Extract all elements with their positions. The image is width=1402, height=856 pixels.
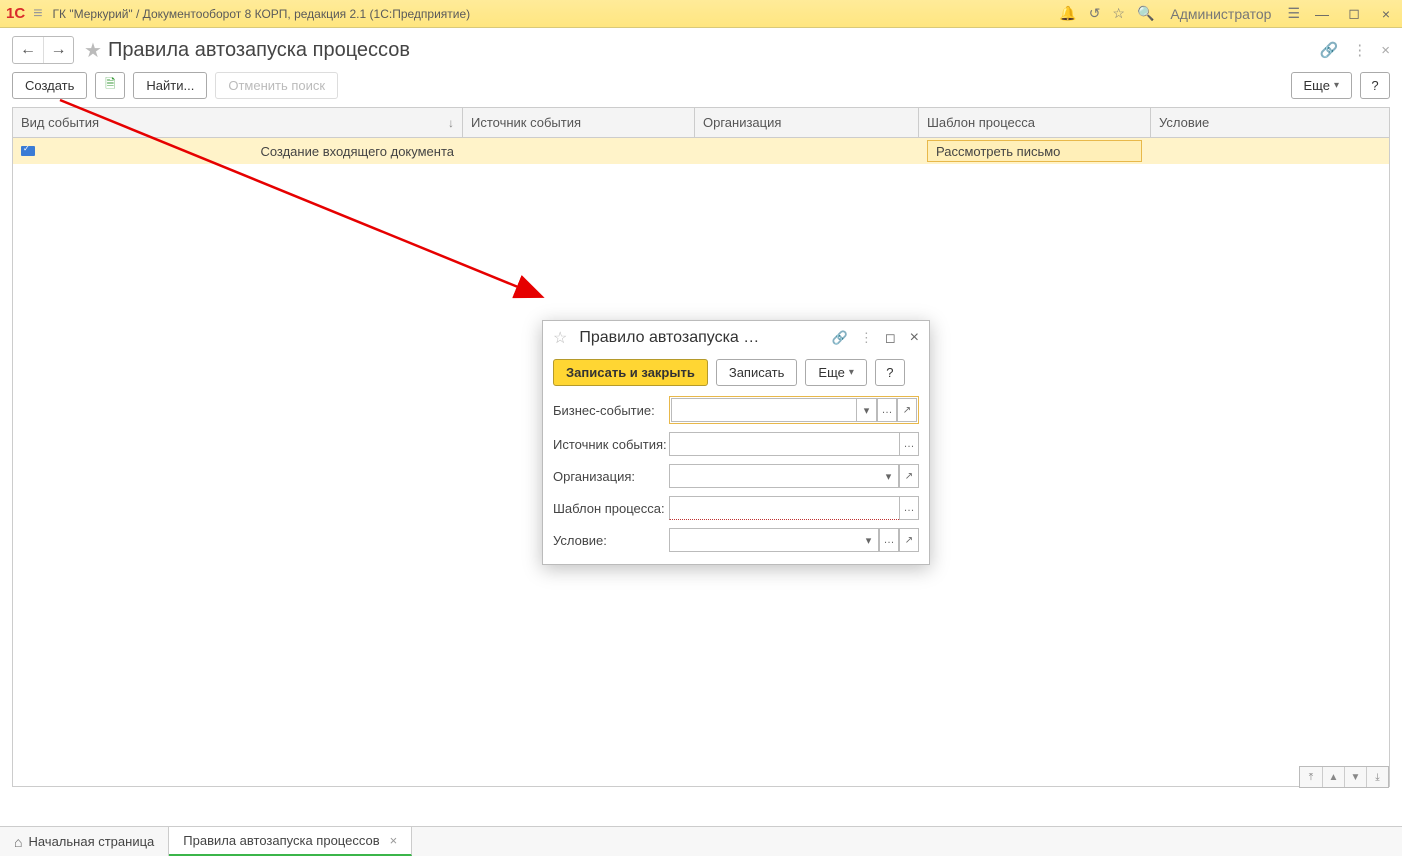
- input-org[interactable]: [669, 464, 879, 488]
- cell-source: [463, 138, 695, 164]
- biz-event-open-button[interactable]: ↗: [897, 398, 917, 422]
- dialog-menu-icon[interactable]: ⋮: [860, 330, 873, 346]
- col-template[interactable]: Шаблон процесса: [919, 108, 1151, 137]
- dialog-more-button[interactable]: Еще: [805, 359, 866, 386]
- rule-dialog: ☆ Правило автозапуска … 🔗 ⋮ ◻ × Записать…: [542, 320, 930, 565]
- favorite-icon[interactable]: ★: [84, 38, 102, 63]
- source-select-button[interactable]: …: [899, 432, 919, 456]
- maximize-button[interactable]: ◻: [1344, 5, 1364, 22]
- dialog-title: Правило автозапуска …: [579, 329, 825, 347]
- app-title: ГК "Меркурий" / Документооборот 8 КОРП, …: [53, 7, 1060, 21]
- copy-button[interactable]: 🗎: [95, 72, 125, 99]
- scroll-bottom-button[interactable]: ⤓: [1366, 767, 1388, 787]
- biz-event-dropdown-button[interactable]: ▾: [857, 398, 877, 422]
- settings-icon[interactable]: ☰: [1287, 5, 1300, 22]
- home-icon: [14, 834, 22, 850]
- page-menu-icon[interactable]: ⋮: [1352, 41, 1367, 59]
- dialog-link-icon[interactable]: 🔗: [832, 330, 848, 346]
- input-condition[interactable]: [669, 528, 859, 552]
- search-icon[interactable]: 🔍: [1137, 5, 1154, 22]
- more-button[interactable]: Еще: [1291, 72, 1352, 99]
- history-icon[interactable]: ↺: [1089, 5, 1101, 22]
- app-title-bar: 1C ≡ ГК "Меркурий" / Документооборот 8 К…: [0, 0, 1402, 28]
- tab-close-icon[interactable]: ×: [390, 833, 398, 848]
- cell-template-text: Рассмотреть письмо: [936, 144, 1060, 159]
- col-event-type[interactable]: Вид события ↓: [13, 108, 463, 137]
- copy-icon: 🗎: [105, 75, 115, 97]
- condition-dropdown-button[interactable]: ▾: [859, 528, 879, 552]
- app-logo: 1C: [6, 5, 25, 22]
- save-button[interactable]: Записать: [716, 359, 798, 386]
- nav-history: ← →: [12, 36, 74, 64]
- page-close-icon[interactable]: ×: [1381, 42, 1390, 59]
- col-condition[interactable]: Условие: [1151, 108, 1389, 137]
- sort-arrow-icon: ↓: [448, 116, 454, 130]
- create-button[interactable]: Создать: [12, 72, 87, 99]
- input-source[interactable]: [669, 432, 899, 456]
- col-source[interactable]: Источник события: [463, 108, 695, 137]
- cell-template: Рассмотреть письмо: [919, 138, 1151, 164]
- nav-back-button[interactable]: ←: [13, 37, 43, 63]
- cell-org: [695, 138, 919, 164]
- main-menu-icon[interactable]: ≡: [33, 5, 42, 23]
- condition-select-button[interactable]: …: [879, 528, 899, 552]
- grid-header: Вид события ↓ Источник события Организац…: [13, 108, 1389, 138]
- grid-row[interactable]: Создание входящего документа Рассмотреть…: [13, 138, 1389, 164]
- dialog-help-button[interactable]: ?: [875, 359, 905, 386]
- template-select-button[interactable]: …: [899, 496, 919, 520]
- scroll-down-button[interactable]: ▼: [1344, 767, 1366, 787]
- tab-current-label: Правила автозапуска процессов: [183, 833, 379, 848]
- save-and-close-button[interactable]: Записать и закрыть: [553, 359, 708, 386]
- col-org[interactable]: Организация: [695, 108, 919, 137]
- label-condition: Условие:: [553, 533, 669, 548]
- cell-event-type-text: Создание входящего документа: [260, 144, 454, 159]
- dialog-toolbar: Записать и закрыть Записать Еще ?: [543, 355, 929, 396]
- toolbar: Создать 🗎 Найти... Отменить поиск Еще ?: [12, 72, 1390, 99]
- label-biz-event: Бизнес-событие:: [553, 403, 669, 418]
- link-icon[interactable]: 🔗: [1320, 41, 1339, 59]
- col-event-type-label: Вид события: [21, 115, 99, 130]
- scroll-up-button[interactable]: ▲: [1322, 767, 1344, 787]
- page-header: ← → ★ Правила автозапуска процессов 🔗 ⋮ …: [12, 36, 1390, 64]
- cancel-search-button: Отменить поиск: [215, 72, 338, 99]
- tab-current[interactable]: Правила автозапуска процессов ×: [169, 827, 412, 856]
- bottom-tab-bar: Начальная страница Правила автозапуска п…: [0, 826, 1402, 856]
- cell-template-selected: Рассмотреть письмо: [927, 140, 1142, 162]
- label-source: Источник события:: [553, 437, 669, 452]
- star-icon[interactable]: ☆: [1112, 5, 1125, 22]
- input-template[interactable]: [669, 496, 899, 520]
- scroll-top-button[interactable]: ⤒: [1300, 767, 1322, 787]
- condition-open-button[interactable]: ↗: [899, 528, 919, 552]
- app-header-icons: 🔔 ↺ ☆ 🔍 Администратор ☰ — ◻ ×: [1059, 5, 1396, 22]
- find-button[interactable]: Найти...: [133, 72, 207, 99]
- input-biz-event[interactable]: [671, 398, 857, 422]
- label-template: Шаблон процесса:: [553, 501, 669, 516]
- tab-home-label: Начальная страница: [28, 834, 154, 849]
- dialog-maximize-icon[interactable]: ◻: [885, 330, 896, 346]
- dialog-close-icon[interactable]: ×: [910, 329, 919, 347]
- row-type-icon: [21, 146, 35, 156]
- dialog-header: ☆ Правило автозапуска … 🔗 ⋮ ◻ ×: [543, 321, 929, 355]
- bell-icon[interactable]: 🔔: [1059, 5, 1076, 22]
- minimize-button[interactable]: —: [1312, 6, 1332, 22]
- label-org: Организация:: [553, 469, 669, 484]
- org-dropdown-button[interactable]: ▾: [879, 464, 899, 488]
- biz-event-select-button[interactable]: …: [877, 398, 897, 422]
- org-open-button[interactable]: ↗: [899, 464, 919, 488]
- help-button[interactable]: ?: [1360, 72, 1390, 99]
- current-user[interactable]: Администратор: [1170, 6, 1271, 22]
- dialog-form: Бизнес-событие: ▾ … ↗ Источник события: …: [543, 396, 929, 564]
- tab-home[interactable]: Начальная страница: [0, 827, 169, 856]
- cell-event-type: Создание входящего документа: [13, 138, 463, 164]
- close-window-button[interactable]: ×: [1376, 6, 1396, 22]
- page-title: Правила автозапуска процессов: [108, 39, 1320, 62]
- cell-condition: [1151, 138, 1389, 164]
- dialog-favorite-icon[interactable]: ☆: [553, 328, 567, 348]
- nav-forward-button[interactable]: →: [43, 37, 73, 63]
- grid-scroll-buttons: ⤒ ▲ ▼ ⤓: [1299, 766, 1389, 788]
